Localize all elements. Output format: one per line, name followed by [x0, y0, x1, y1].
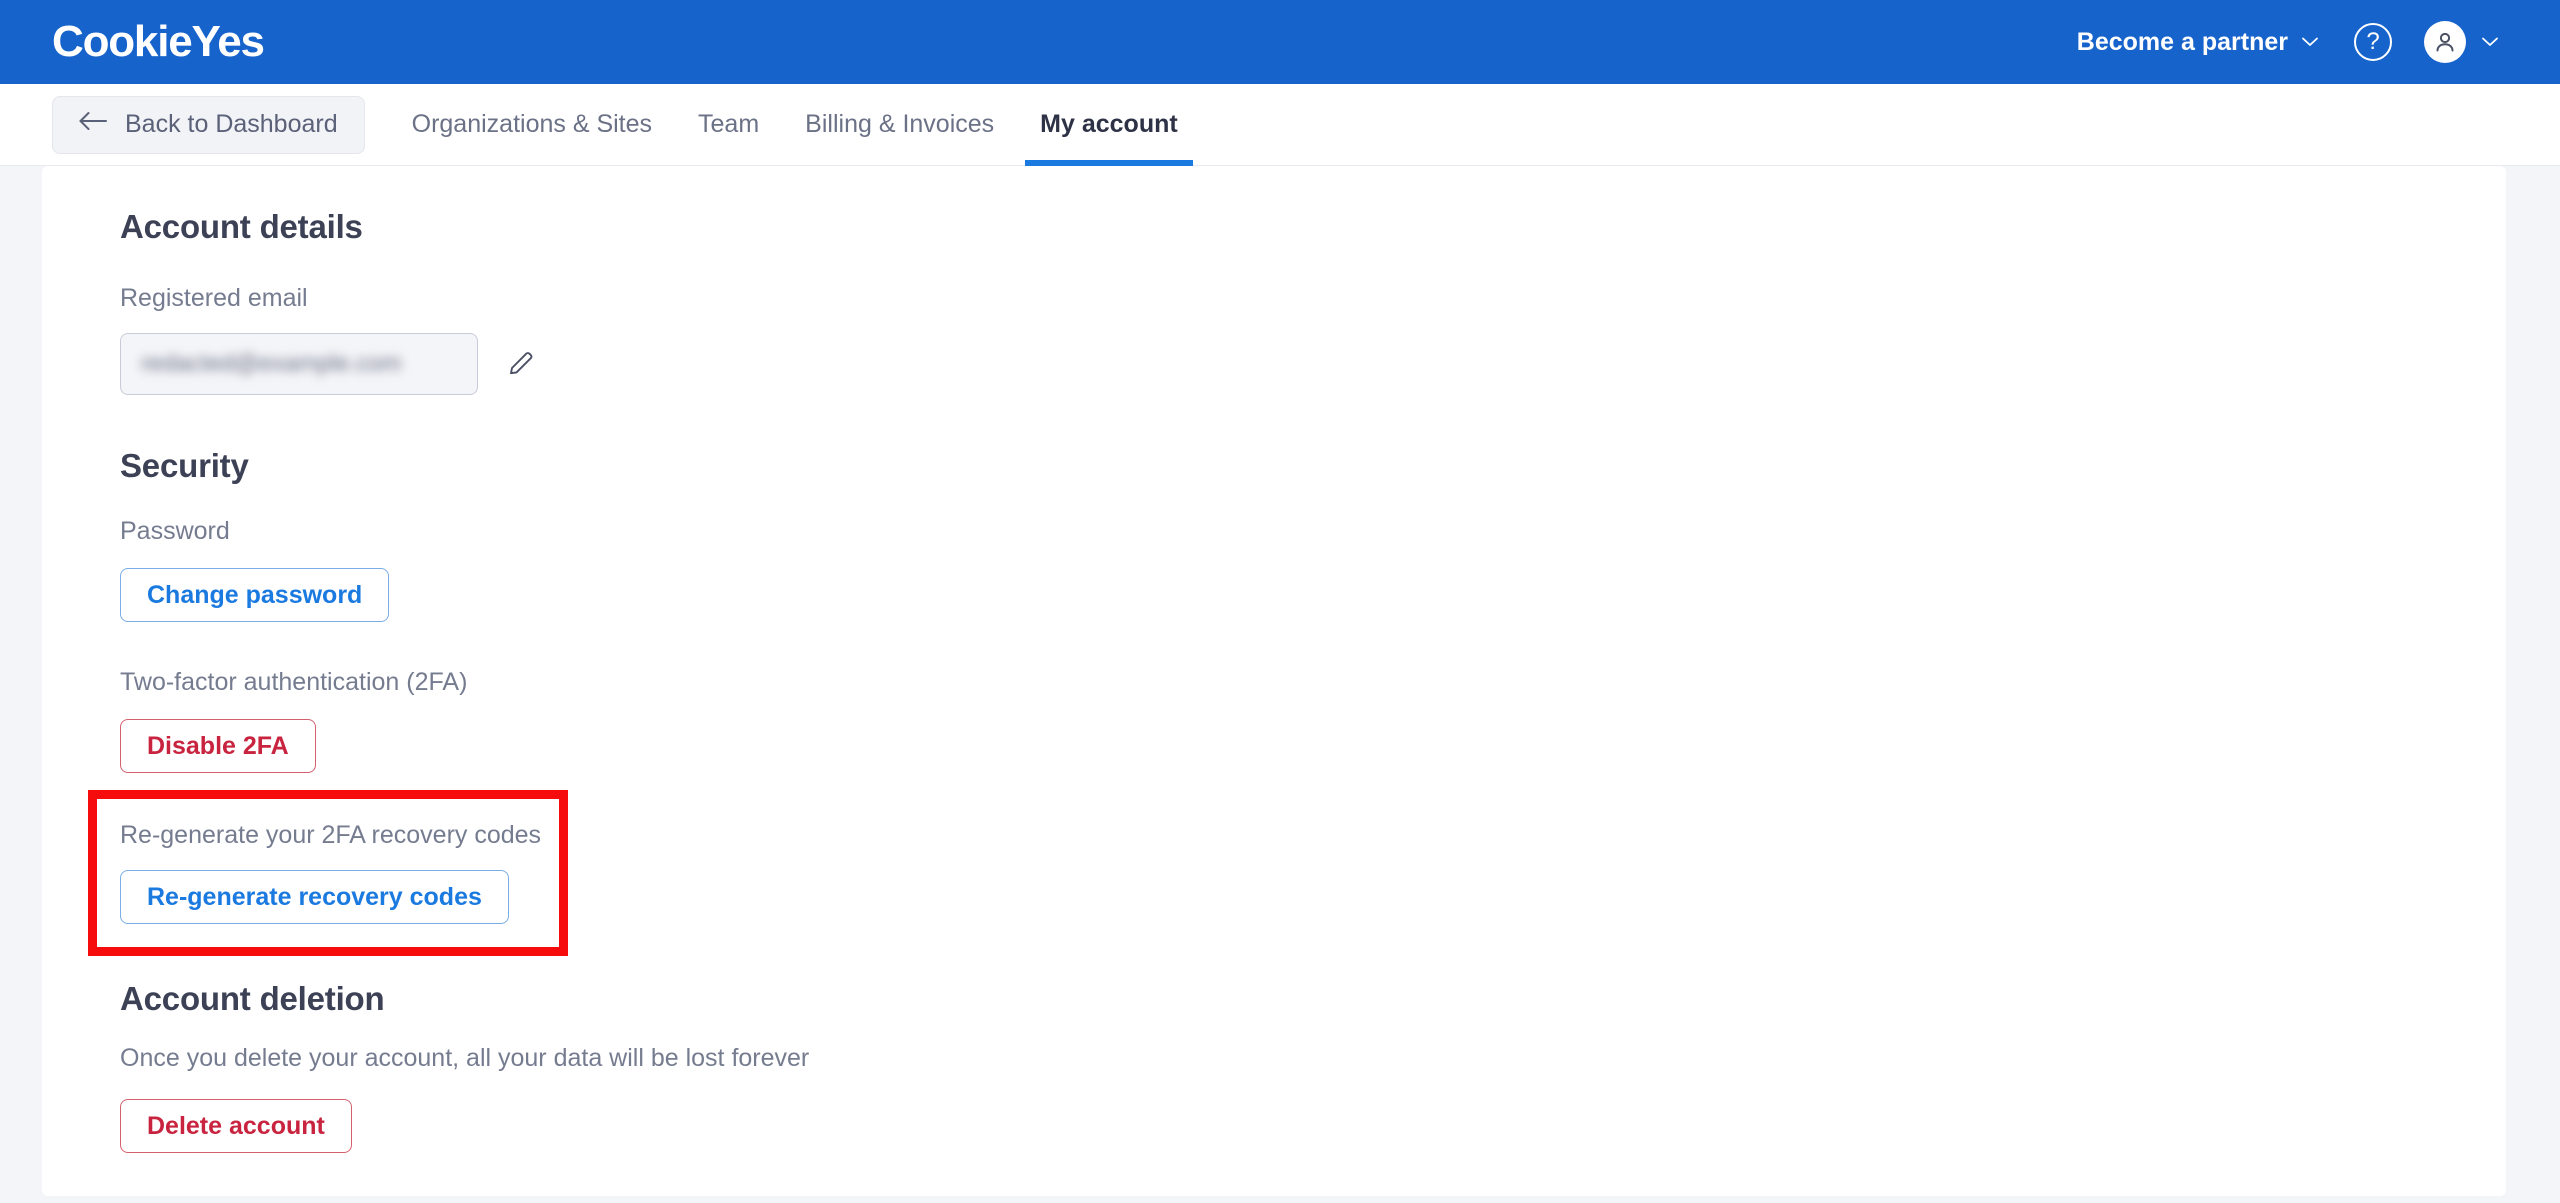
arrow-left-icon [79, 110, 109, 139]
registered-email-input[interactable]: redacted@example.com [120, 333, 478, 395]
regenerate-recovery-codes-button[interactable]: Re-generate recovery codes [120, 870, 509, 924]
tab-label: Team [698, 110, 760, 138]
become-a-partner-label: Become a partner [2076, 27, 2288, 56]
password-label: Password [120, 517, 230, 545]
change-password-button[interactable]: Change password [120, 568, 390, 622]
registered-email-label: Registered email [120, 284, 308, 312]
tab-my-account[interactable]: My account [1017, 84, 1201, 166]
cookieyes-logo[interactable]: CookieYes [52, 20, 265, 64]
back-to-dashboard-label: Back to Dashboard [125, 110, 338, 138]
tab-label: My account [1040, 110, 1178, 138]
tab-organizations-and-sites[interactable]: Organizations & Sites [389, 84, 675, 166]
recovery-codes-label: Re-generate your 2FA recovery codes [120, 821, 542, 849]
registered-email-row: redacted@example.com [120, 333, 2506, 395]
chevron-down-icon [2300, 32, 2320, 52]
top-header-bar: CookieYes Become a partner ? [0, 0, 2560, 84]
tab-team[interactable]: Team [675, 84, 782, 166]
delete-account-button[interactable]: Delete account [120, 1099, 352, 1153]
account-details-heading: Account details [120, 208, 363, 245]
account-deletion-description: Once you delete your account, all your d… [120, 1044, 810, 1072]
tab-list: Organizations & Sites Team Billing & Inv… [389, 84, 1201, 166]
registered-email-value: redacted@example.com [141, 350, 402, 377]
help-glyph: ? [2366, 28, 2380, 55]
two-factor-authentication-label: Two-factor authentication (2FA) [120, 668, 468, 696]
tab-label: Billing & Invoices [805, 110, 995, 138]
tab-label: Organizations & Sites [411, 110, 653, 138]
header-right-actions: Become a partner ? [2077, 21, 2500, 63]
tab-billing-and-invoices[interactable]: Billing & Invoices [782, 84, 1017, 166]
become-a-partner-menu[interactable]: Become a partner [2077, 28, 2320, 57]
disable-2fa-button[interactable]: Disable 2FA [120, 719, 316, 773]
account-menu[interactable] [2424, 21, 2500, 63]
security-heading: Security [120, 447, 249, 484]
chevron-down-icon [2480, 32, 2500, 52]
pencil-edit-icon[interactable] [504, 347, 538, 381]
navigation-bar: Back to Dashboard Organizations & Sites … [0, 84, 2560, 166]
account-deletion-heading: Account deletion [120, 980, 385, 1017]
back-to-dashboard-button[interactable]: Back to Dashboard [52, 95, 365, 154]
help-question-icon[interactable]: ? [2354, 23, 2392, 61]
my-account-panel: Account details Registered email redacte… [42, 166, 2506, 1196]
user-avatar-icon [2424, 21, 2466, 63]
